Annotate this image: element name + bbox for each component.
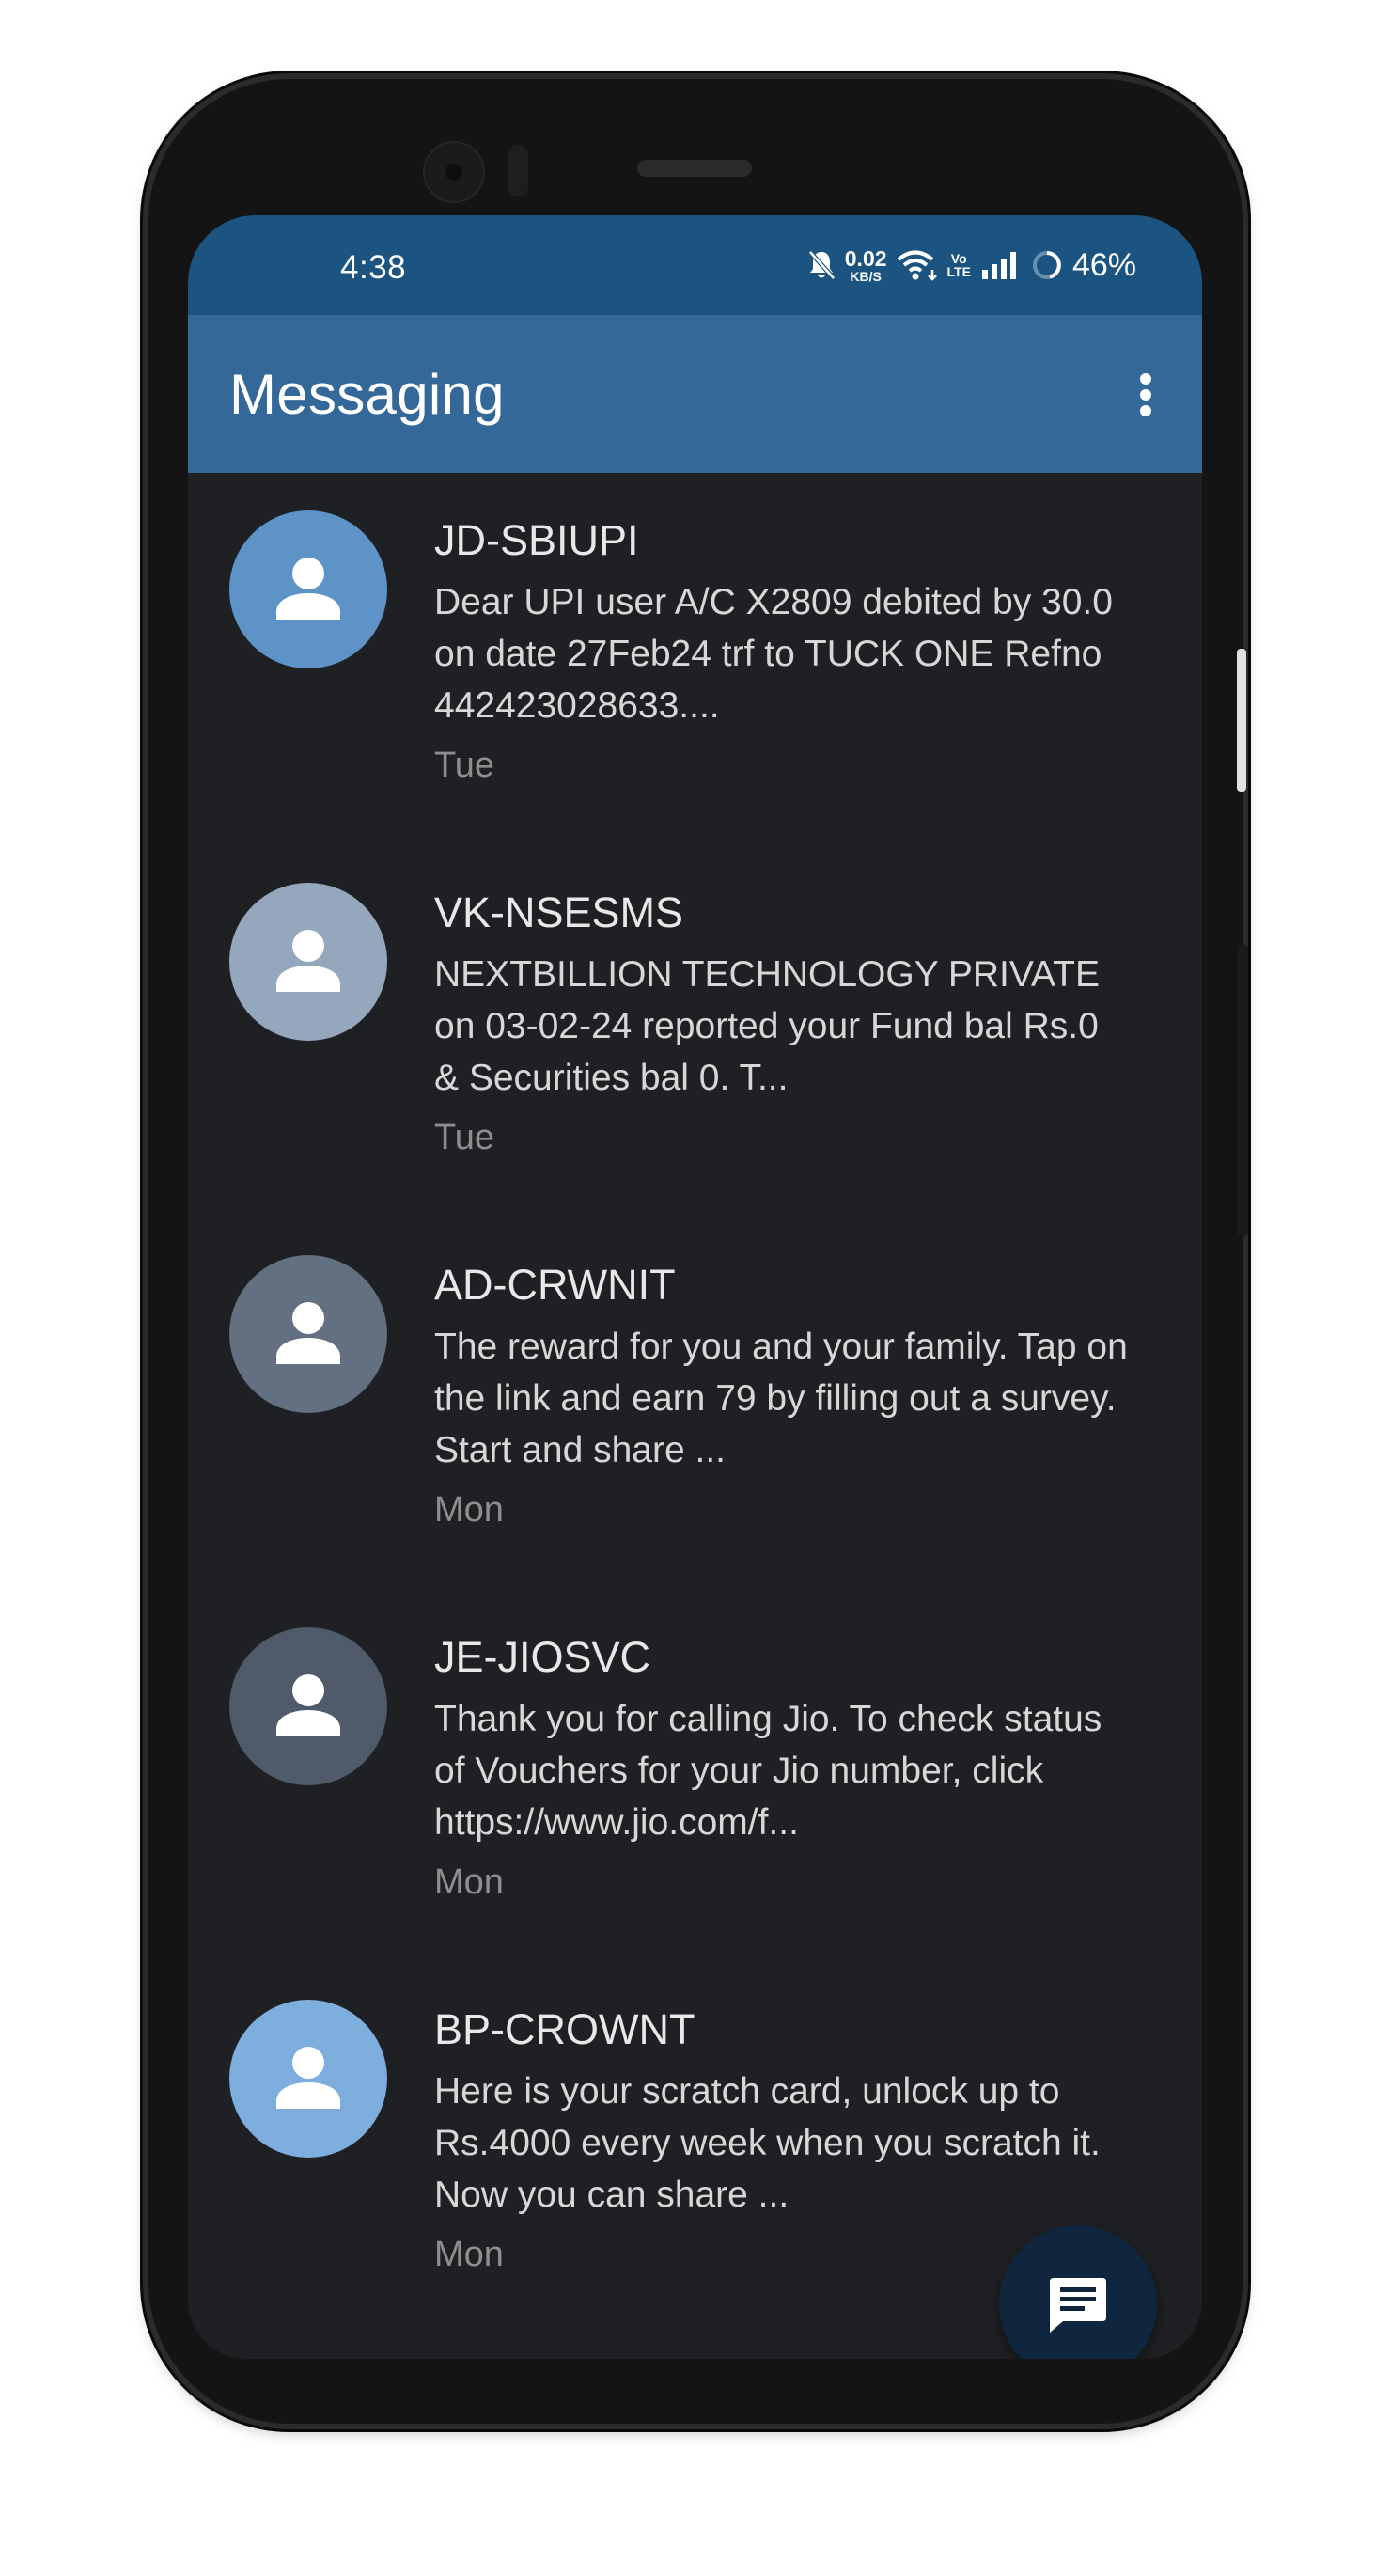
app-bar: Messaging (188, 315, 1202, 473)
status-bar: 4:38 0.02 KB/S Vo LTE 46% (188, 215, 1202, 315)
conversation-time: Mon (434, 1490, 504, 1530)
app-title: Messaging (229, 363, 505, 426)
volte-indicator: Vo LTE (947, 252, 971, 278)
phone-screen: 4:38 0.02 KB/S Vo LTE 46% Messaging JD-S… (188, 215, 1202, 2359)
battery-ring-icon (1031, 249, 1063, 281)
status-time: 4:38 (340, 249, 407, 286)
network-speed-value: 0.02 (844, 245, 887, 271)
conversation-item[interactable]: JE-JIOSVC Thank you for calling Jio. To … (188, 1590, 1202, 1962)
conversation-sender: AD-CRWNIT (434, 1261, 676, 1309)
avatar (229, 883, 387, 1041)
status-icons: 0.02 KB/S Vo LTE 46% (807, 243, 1136, 287)
person-icon (276, 1302, 340, 1364)
front-camera (423, 141, 485, 203)
wifi-icon (897, 249, 938, 281)
person-icon (276, 1674, 340, 1736)
new-message-icon (1050, 2278, 1106, 2333)
menu-dot (1140, 389, 1151, 401)
volume-button (1237, 945, 1248, 1236)
conversation-snippet: NEXTBILLION TECHNOLOGY PRIVATE on 03-02-… (434, 954, 1100, 1098)
avatar (229, 510, 387, 668)
battery-percent: 46% (1071, 246, 1136, 283)
conversation-time: Mon (434, 2235, 504, 2274)
avatar (229, 1255, 387, 1413)
conversation-snippet: Thank you for calling Jio. To check stat… (434, 1699, 1102, 1843)
menu-dot (1140, 405, 1151, 416)
volte-bottom: LTE (946, 264, 971, 279)
proximity-sensor (508, 145, 528, 197)
conversation-sender: BP-CROWNT (434, 2005, 696, 2053)
avatar (229, 1627, 387, 1785)
conversation-sender: JE-JIOSVC (434, 1633, 651, 1681)
conversation-sender: VK-NSESMS (434, 888, 684, 936)
conversation-item[interactable]: VK-NSESMS NEXTBILLION TECHNOLOGY PRIVATE… (188, 845, 1202, 1217)
conversation-snippet: Dear UPI user A/C X2809 debited by 30.0 … (434, 582, 1113, 726)
network-speed-unit: KB/S (850, 268, 882, 284)
person-icon (276, 930, 340, 992)
volte-top: Vo (950, 251, 967, 266)
person-icon (276, 558, 340, 620)
conversation-item[interactable]: JD-SBIUPI Dear UPI user A/C X2809 debite… (188, 473, 1202, 845)
conversation-time: Mon (434, 1862, 504, 1902)
signal-icon (980, 251, 1022, 279)
power-button (1237, 649, 1246, 792)
earpiece-speaker (637, 160, 752, 177)
network-speed: 0.02 KB/S (844, 245, 887, 284)
conversation-snippet: Here is your scratch card, unlock up to … (434, 2071, 1101, 2215)
conversation-sender: JD-SBIUPI (434, 516, 639, 564)
bell-muted-icon (807, 249, 836, 281)
menu-dot (1140, 373, 1151, 385)
conversation-time: Tue (434, 746, 495, 785)
avatar (229, 2000, 387, 2158)
conversation-snippet: The reward for you and your family. Tap … (434, 1327, 1128, 1470)
more-vert-icon[interactable] (1127, 362, 1164, 428)
conversation-time: Tue (434, 1118, 495, 1157)
person-icon (276, 2047, 340, 2109)
conversation-item[interactable]: AD-CRWNIT The reward for you and your fa… (188, 1217, 1202, 1590)
